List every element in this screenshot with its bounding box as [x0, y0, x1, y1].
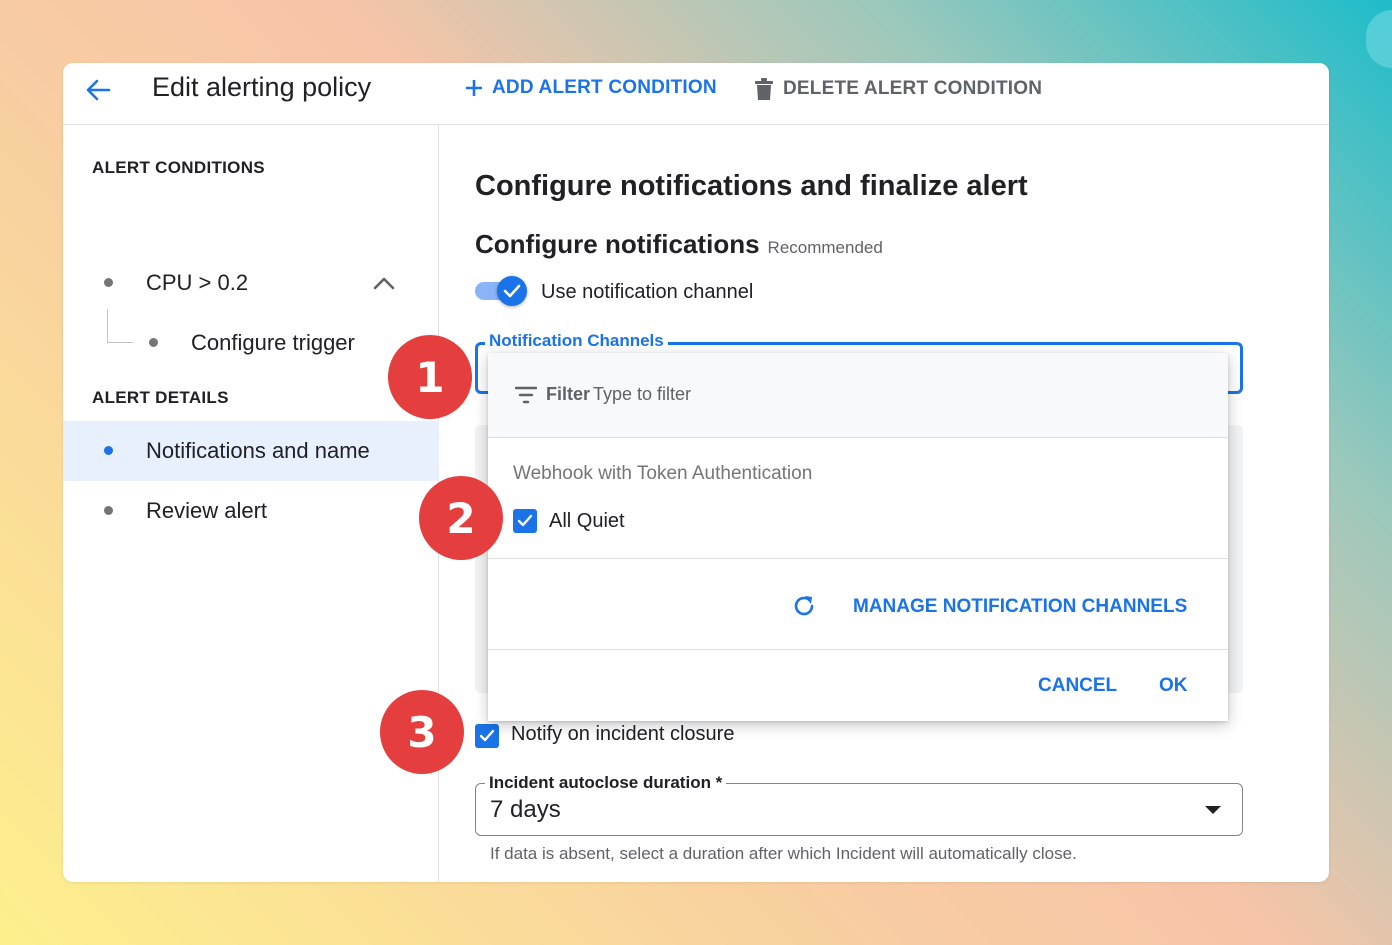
configure-notifications-row: Configure notifications Recommended — [475, 229, 883, 260]
cancel-button[interactable]: CANCEL — [1038, 675, 1117, 697]
notify-closure-checkbox[interactable] — [475, 724, 499, 748]
bullet-icon — [104, 506, 113, 515]
sidebar-item-label: Review alert — [146, 498, 268, 523]
sidebar-item-trigger[interactable]: Configure trigger — [63, 313, 439, 373]
autoclose-duration-value: 7 days — [490, 796, 561, 823]
step-badge-3: 3 — [380, 690, 464, 774]
bullet-icon — [149, 338, 158, 347]
channel-group-title: Webhook with Token Authentication — [513, 463, 813, 484]
alert-details-title: ALERT DETAILS — [92, 388, 229, 407]
add-alert-condition-label: ADD ALERT CONDITION — [492, 77, 717, 98]
filter-bar[interactable]: Filter Type to filter — [488, 353, 1228, 438]
menu-divider — [488, 558, 1228, 559]
check-icon — [517, 514, 533, 527]
step-badge-2: 2 — [419, 476, 503, 560]
dropdown-arrow-icon[interactable] — [1205, 806, 1221, 814]
toggle-label: Use notification channel — [541, 281, 754, 303]
sidebar-item-label: CPU > 0.2 — [146, 270, 249, 295]
check-icon — [479, 729, 495, 742]
delete-alert-condition-button[interactable]: DELETE ALERT CONDITION — [753, 77, 1042, 101]
autoclose-duration-legend: Incident autoclose duration * — [485, 773, 727, 793]
section-heading: Configure notifications — [475, 229, 760, 259]
all-quiet-checkbox[interactable] — [513, 509, 537, 533]
notification-channels-legend: Notification Channels — [485, 331, 668, 351]
check-icon — [503, 284, 521, 298]
plus-icon — [466, 80, 482, 96]
add-alert-condition-button[interactable]: ADD ALERT CONDITION — [464, 77, 717, 99]
step-badge-1: 1 — [388, 335, 472, 419]
bullet-icon — [104, 278, 113, 287]
back-button[interactable] — [83, 75, 113, 105]
alert-conditions-title: ALERT CONDITIONS — [92, 158, 265, 177]
toggle-thumb — [497, 276, 527, 306]
notify-closure-label: Notify on incident closure — [511, 723, 735, 745]
autoclose-helper-text: If data is absent, select a duration aft… — [490, 844, 1077, 863]
page-title: Edit alerting policy — [152, 72, 372, 102]
filter-icon — [515, 386, 537, 404]
filter-label: Filter — [546, 384, 591, 404]
ok-button[interactable]: OK — [1159, 675, 1188, 697]
chevron-up-icon[interactable] — [373, 276, 395, 290]
notification-channels-menu: Filter Type to filter Webhook with Token… — [488, 353, 1228, 721]
sidebar-item-label: Notifications and name — [146, 438, 370, 463]
background-decoration — [1366, 10, 1392, 68]
page-heading: Configure notifications and finalize ale… — [475, 170, 1028, 202]
bullet-icon — [104, 446, 113, 455]
delete-alert-condition-label: DELETE ALERT CONDITION — [783, 78, 1043, 99]
trash-icon — [755, 78, 773, 100]
manage-notification-channels-link[interactable]: MANAGE NOTIFICATION CHANNELS — [853, 596, 1187, 618]
filter-input[interactable]: Type to filter — [593, 384, 691, 405]
recommended-tag: Recommended — [767, 238, 883, 257]
sidebar-item-notifications[interactable]: Notifications and name — [63, 421, 439, 481]
refresh-icon[interactable] — [791, 593, 817, 619]
sidebar-item-review[interactable]: Review alert — [63, 481, 439, 541]
arrow-left-icon — [86, 79, 111, 101]
header-bar: Edit alerting policy ADD ALERT CONDITION… — [63, 63, 1329, 125]
sidebar-item-label: Configure trigger — [191, 330, 355, 355]
sidebar: ALERT CONDITIONS CPU > 0.2 Configure tri… — [63, 125, 439, 882]
all-quiet-label: All Quiet — [549, 510, 625, 532]
menu-divider — [488, 649, 1228, 650]
